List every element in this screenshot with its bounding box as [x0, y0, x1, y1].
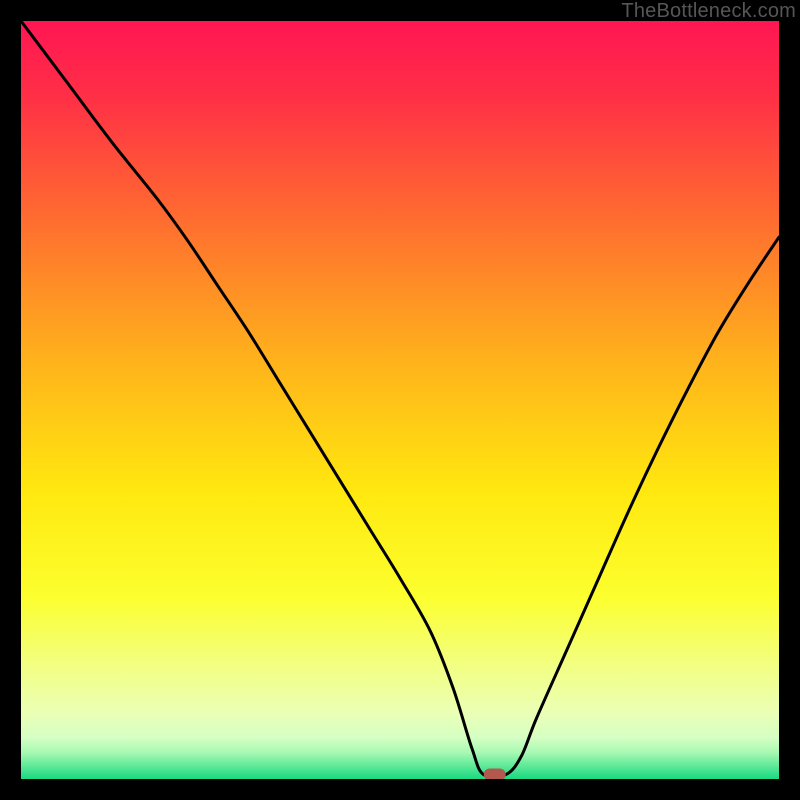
plot-area	[21, 21, 779, 779]
chart-frame: TheBottleneck.com	[0, 0, 800, 800]
gradient-background	[21, 21, 779, 779]
optimal-point-marker	[484, 768, 506, 779]
bottleneck-chart	[21, 21, 779, 779]
watermark-text: TheBottleneck.com	[621, 0, 796, 23]
